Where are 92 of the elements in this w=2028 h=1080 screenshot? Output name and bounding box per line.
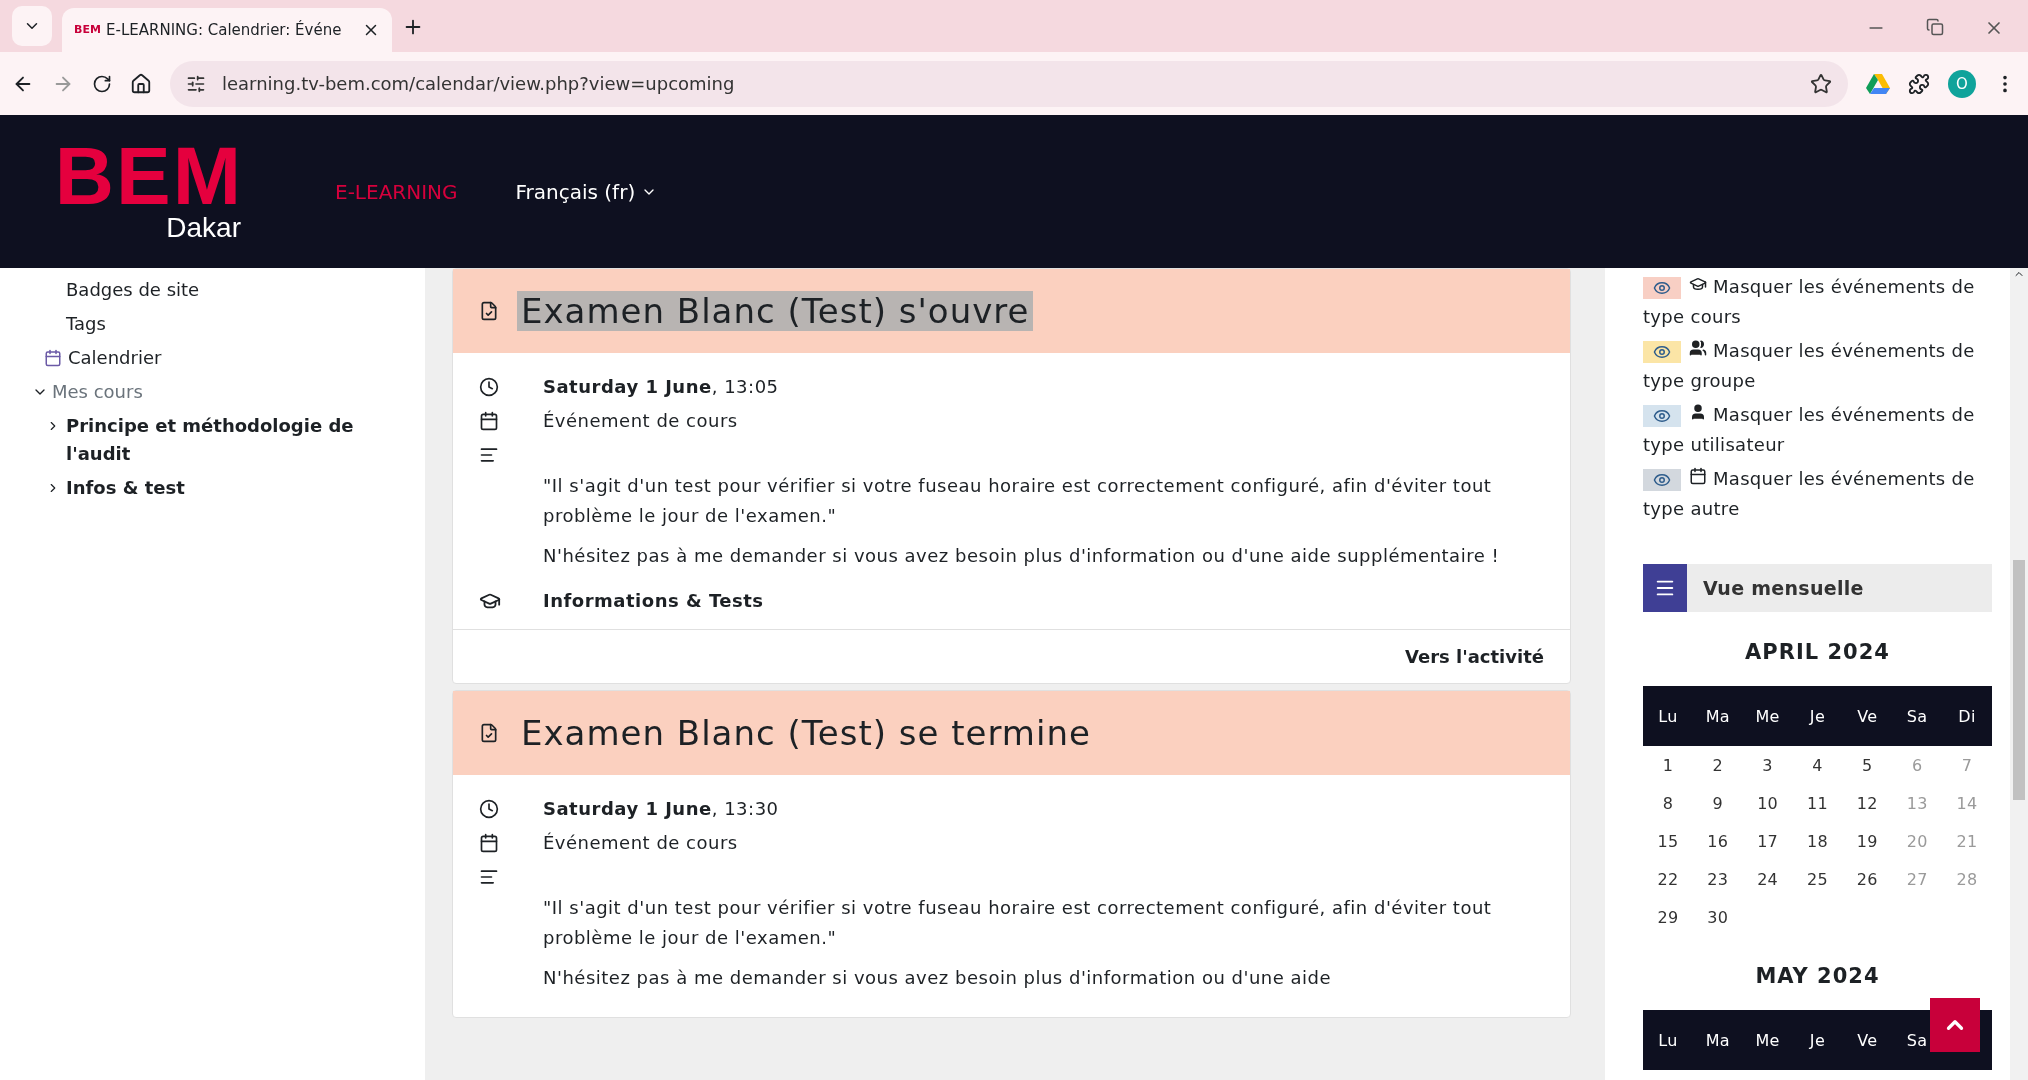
site-logo[interactable]: BEM Dakar [18, 138, 243, 245]
event-date: Saturday 1 June, 13:30 [543, 797, 780, 821]
eye-icon[interactable] [1643, 341, 1681, 363]
description-icon [479, 867, 499, 887]
weekday-header: Lu [1643, 1010, 1693, 1070]
event-description: "Il s'agit d'un test pour vérifier si votre fuseau horaire est correctement configuré, afin d'éviter tout problème le jour de l'examen." [543, 474, 1493, 528]
extensions-icon[interactable] [1908, 72, 1930, 95]
event-type: Événement de cours [543, 831, 739, 855]
event-title: Examen Blanc (Test) s'ouvre [517, 291, 1034, 331]
calendar-icon [479, 833, 499, 853]
course-name: Informations & Tests [543, 589, 765, 613]
month-view-button[interactable]: Vue mensuelle [1643, 564, 1992, 612]
calendar-day[interactable]: 12 [1842, 784, 1893, 822]
calendar-day[interactable]: 1 [1643, 746, 1693, 784]
calendar-day[interactable]: 29 [1643, 898, 1693, 936]
activity-link[interactable]: Vers l'activité [1405, 646, 1544, 667]
calendar-icon [1689, 467, 1707, 485]
calendar-day[interactable]: 23 [1692, 860, 1743, 898]
weekday-header: Sa [1892, 686, 1943, 746]
users-icon [1689, 339, 1707, 357]
calendar-day[interactable]: 18 [1792, 822, 1843, 860]
calendar-day[interactable]: 4 [1792, 746, 1843, 784]
home-icon[interactable] [130, 72, 152, 95]
event-title: Examen Blanc (Test) se termine [520, 713, 1092, 753]
back-to-top-button[interactable] [1930, 998, 1980, 1052]
weekday-header: Je [1792, 686, 1843, 746]
reload-icon[interactable] [92, 73, 112, 94]
calendar-day[interactable]: 26 [1842, 860, 1893, 898]
event-type-filter[interactable]: Masquer les événements de type groupe [1643, 336, 1992, 396]
calendar-day[interactable]: 11 [1792, 784, 1843, 822]
event-description: N'hésitez pas à me demander si vous avez besoin plus d'information ou d'une aide supplémentaire ! [543, 544, 1501, 568]
event-description: "Il s'agit d'un test pour vérifier si votre fuseau horaire est correctement configuré, afin d'éviter tout problème le jour de l'examen." [543, 896, 1493, 950]
weekday-header: Di [1942, 686, 1992, 746]
nav-link[interactable]: Français (fr) [515, 179, 658, 204]
calendar-day[interactable]: 3 [1742, 746, 1793, 784]
course-link[interactable]: Principe et méthodologie de l'audit [66, 412, 370, 468]
weekday-header: Ma [1692, 686, 1743, 746]
calendar-day[interactable]: 30 [1692, 898, 1743, 936]
month-title: MAY 2024 [1754, 964, 1881, 988]
calendar-day[interactable]: 19 [1842, 822, 1893, 860]
event-type: Événement de cours [543, 409, 739, 433]
weekday-header: Ve [1842, 686, 1893, 746]
calendar-day[interactable]: 24 [1742, 860, 1793, 898]
user-icon [1689, 403, 1707, 421]
course-link[interactable]: Infos & test [66, 474, 185, 502]
calendar-day[interactable]: 9 [1692, 784, 1743, 822]
nav-item[interactable]: Badges de site [40, 276, 425, 304]
drive-icon[interactable] [1866, 72, 1890, 95]
month-title: APRIL 2024 [1744, 640, 1891, 664]
weekday-header: Ma [1692, 1010, 1743, 1070]
tab-title: E-LEARNING: Calendrier: Événe [106, 21, 343, 39]
event-type-filter[interactable]: Masquer les événements de type cours [1643, 272, 1992, 332]
calendar-day[interactable]: 8 [1643, 784, 1693, 822]
browser-tab[interactable]: BEM E-LEARNING: Calendrier: Événe [62, 8, 392, 52]
nav-link[interactable]: E-LEARNING [335, 179, 458, 204]
weekday-header: Je [1792, 1010, 1843, 1070]
quiz-icon [479, 301, 499, 321]
nav-item[interactable]: Calendrier [68, 344, 162, 372]
restore-icon[interactable] [1926, 18, 1944, 36]
event-date: Saturday 1 June, 13:05 [543, 375, 780, 399]
calendar-icon [479, 411, 499, 431]
nav-section[interactable]: Mes cours [52, 378, 143, 406]
event-description: N'hésitez pas à me demander si vous avez besoin plus d'information ou d'une aide [543, 966, 1333, 990]
calendar-day[interactable]: 25 [1792, 860, 1843, 898]
weekday-header: Me [1742, 1010, 1793, 1070]
event-type-filter[interactable]: Masquer les événements de type autre [1643, 464, 1992, 524]
calendar-icon [44, 349, 62, 367]
eye-icon[interactable] [1643, 277, 1681, 299]
event-type-filter[interactable]: Masquer les événements de type utilisateur [1643, 400, 1992, 460]
url-text: learning.tv-bem.com/calendar/view.php?view=upcoming [222, 73, 736, 94]
quiz-icon [479, 723, 499, 743]
star-icon[interactable] [1810, 72, 1832, 95]
calendar-day[interactable]: 22 [1643, 860, 1693, 898]
graduation-cap-icon [1689, 275, 1707, 293]
weekday-header: Me [1742, 686, 1793, 746]
calendar-day[interactable]: 16 [1692, 822, 1743, 860]
description-icon [479, 445, 499, 465]
eye-icon[interactable] [1643, 405, 1681, 427]
weekday-header: Ve [1842, 1010, 1893, 1070]
address-bar[interactable]: learning.tv-bem.com/calendar/view.php?view=upcoming [170, 60, 1848, 107]
weekday-header: Lu [1643, 686, 1693, 746]
eye-icon[interactable] [1643, 469, 1681, 491]
nav-item[interactable]: Tags [40, 310, 425, 338]
calendar-day[interactable]: 5 [1842, 746, 1893, 784]
scroll-thumb[interactable] [2013, 560, 2025, 800]
calendar-day[interactable]: 2 [1692, 746, 1743, 784]
calendar-day[interactable]: 15 [1643, 822, 1693, 860]
site-settings-icon [186, 73, 206, 94]
calendar-day[interactable]: 17 [1742, 822, 1793, 860]
calendar-day[interactable]: 10 [1742, 784, 1793, 822]
clock-icon [479, 799, 499, 819]
clock-icon [479, 377, 499, 397]
